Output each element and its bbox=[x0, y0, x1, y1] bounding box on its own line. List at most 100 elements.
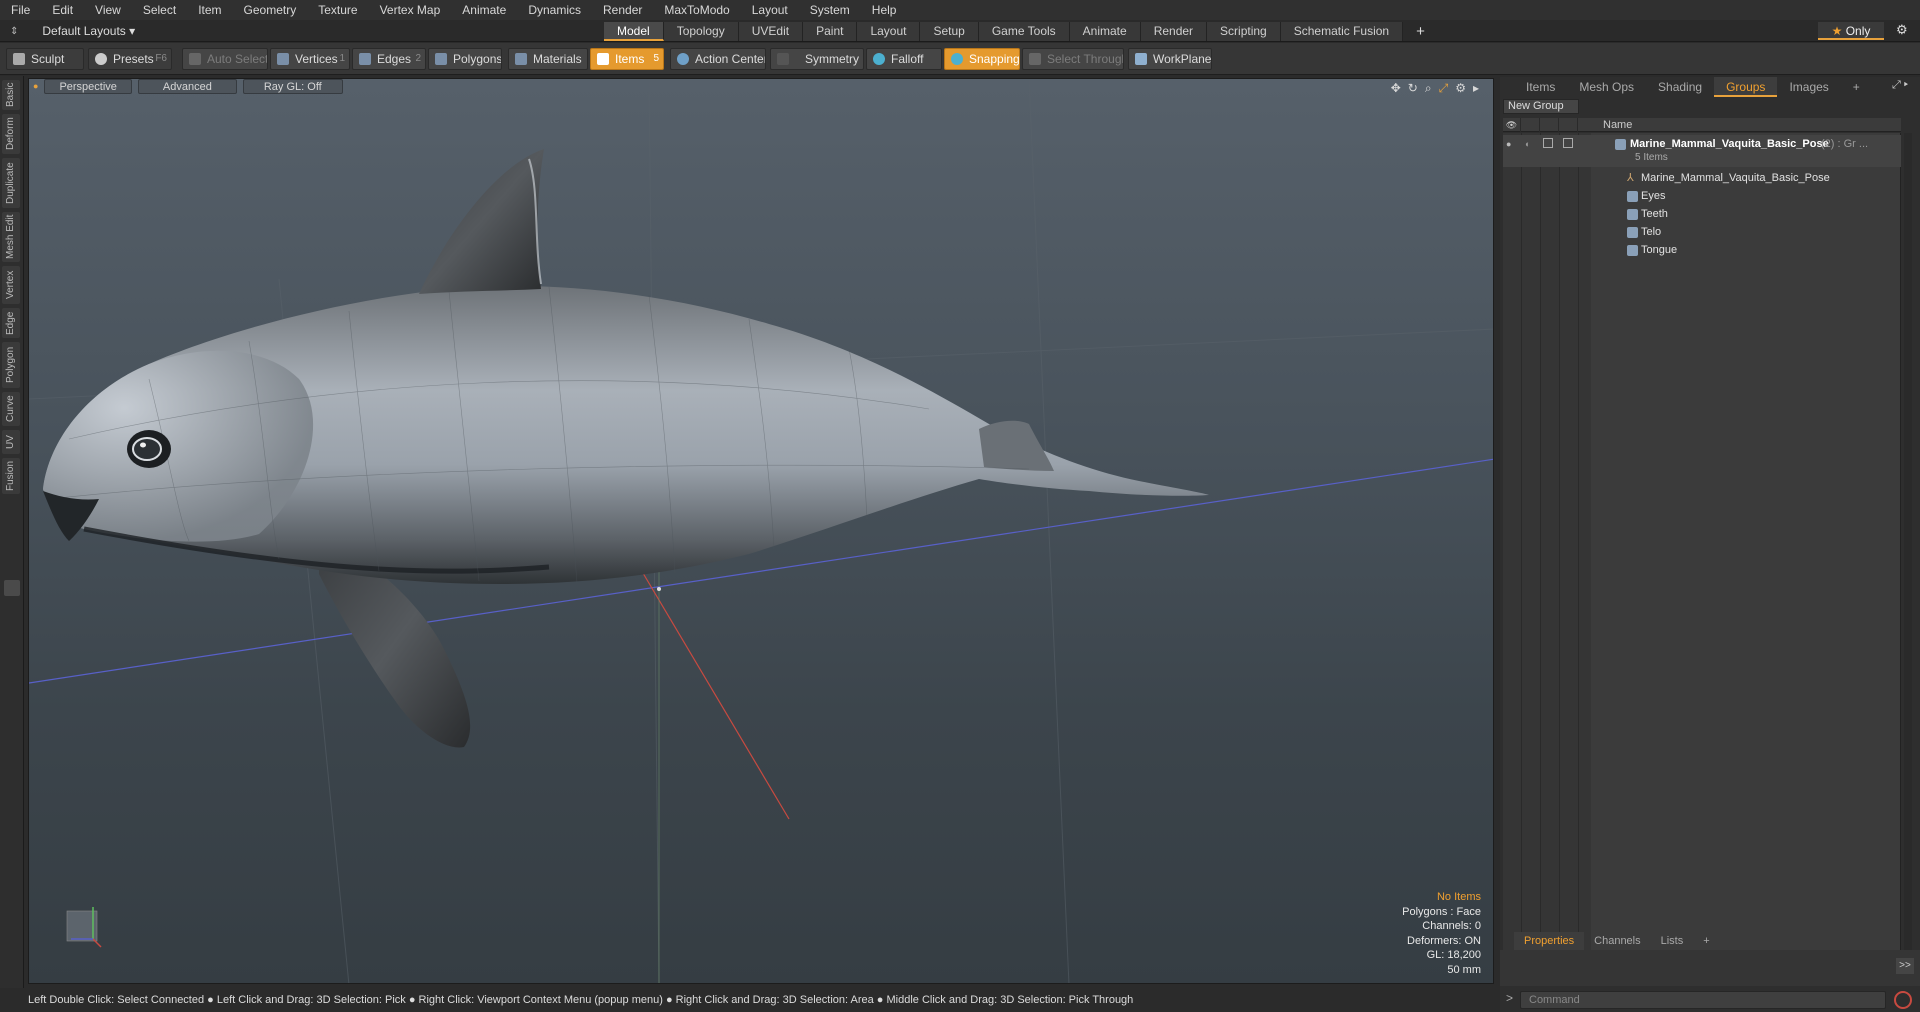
tab-setup[interactable]: Setup bbox=[920, 22, 979, 41]
menu-view[interactable]: View bbox=[84, 0, 132, 20]
tree-scrollbar[interactable] bbox=[1904, 133, 1912, 985]
gear-icon[interactable]: ⚙ bbox=[1896, 22, 1908, 38]
vtab-basic[interactable]: Basic bbox=[2, 80, 20, 110]
expand-arrow-icon[interactable]: ▸ bbox=[1473, 81, 1479, 96]
vtab-edge[interactable]: Edge bbox=[2, 308, 20, 338]
edges-button[interactable]: Edges 2 bbox=[352, 48, 426, 70]
tab-layout[interactable]: Layout bbox=[857, 22, 921, 41]
tab-channels[interactable]: Channels bbox=[1584, 932, 1650, 950]
vertices-button[interactable]: Vertices 1 bbox=[270, 48, 350, 70]
tab-mesh-ops[interactable]: Mesh Ops bbox=[1567, 77, 1646, 97]
vtab-deform[interactable]: Deform bbox=[2, 114, 20, 154]
command-history-icon[interactable] bbox=[1894, 991, 1912, 1009]
raygl-button[interactable]: Ray GL: Off bbox=[242, 79, 343, 94]
falloff-button[interactable]: Falloff bbox=[866, 48, 942, 70]
tab-render[interactable]: Render bbox=[1140, 22, 1208, 41]
tab-animate[interactable]: Animate bbox=[1069, 22, 1141, 41]
rotate-view-icon[interactable]: ↻ bbox=[1408, 81, 1418, 96]
snapping-button[interactable]: Snapping bbox=[944, 48, 1020, 70]
tab-groups[interactable]: Groups bbox=[1714, 77, 1778, 97]
visibility-col-icon[interactable]: 👁 bbox=[1503, 118, 1521, 132]
panel-expand-icon[interactable]: ⤢ ▸ bbox=[1892, 79, 1908, 92]
render-col-icon[interactable] bbox=[1522, 118, 1540, 132]
menu-animate[interactable]: Animate bbox=[451, 0, 517, 20]
tab-scripting[interactable]: Scripting bbox=[1207, 22, 1281, 41]
tab-shading[interactable]: Shading bbox=[1646, 77, 1714, 97]
tab-game-tools[interactable]: Game Tools bbox=[978, 22, 1070, 41]
add-panel-tab-icon[interactable]: + bbox=[1841, 77, 1872, 97]
tree-item-eyes[interactable]: Eyes bbox=[1503, 187, 1901, 205]
workplane-button[interactable]: WorkPlane bbox=[1128, 48, 1212, 70]
tab-schematic-fusion[interactable]: Schematic Fusion bbox=[1280, 22, 1404, 41]
menu-texture[interactable]: Texture bbox=[307, 0, 368, 20]
auto-select-button[interactable]: Auto Select bbox=[182, 48, 268, 70]
tree-item-teeth[interactable]: Teeth bbox=[1503, 205, 1901, 223]
tab-images[interactable]: Images bbox=[1777, 77, 1840, 97]
render-toggle-icon[interactable]: ◐ bbox=[1525, 135, 1530, 153]
tree-item-tongue[interactable]: Tongue bbox=[1503, 241, 1901, 259]
polygons-button[interactable]: Polygons bbox=[428, 48, 502, 70]
menu-select[interactable]: Select bbox=[132, 0, 187, 20]
perspective-button[interactable]: Perspective bbox=[44, 79, 132, 94]
viewport-options-icon[interactable]: ● bbox=[33, 79, 38, 95]
vtab-polygon[interactable]: Polygon bbox=[2, 342, 20, 388]
tab-topology[interactable]: Topology bbox=[663, 22, 739, 41]
select-through-button[interactable]: Select Through bbox=[1022, 48, 1124, 70]
advanced-button[interactable]: Advanced bbox=[137, 79, 237, 94]
menu-layout[interactable]: Layout bbox=[741, 0, 799, 20]
menu-render[interactable]: Render bbox=[592, 0, 653, 20]
action-center-button[interactable]: Action Center bbox=[670, 48, 766, 70]
group-row[interactable]: ● ◐ Marine_Mammal_Vaquita_Basic_Pose (2)… bbox=[1503, 135, 1901, 167]
vtab-duplicate[interactable]: Duplicate bbox=[2, 158, 20, 208]
tab-paint[interactable]: Paint bbox=[803, 22, 858, 41]
menu-help[interactable]: Help bbox=[861, 0, 908, 20]
symmetry-button[interactable]: Symmetry bbox=[770, 48, 864, 70]
tab-model[interactable]: Model bbox=[604, 22, 664, 41]
menu-geometry[interactable]: Geometry bbox=[233, 0, 308, 20]
menu-system[interactable]: System bbox=[799, 0, 861, 20]
vtab-vertex[interactable]: Vertex bbox=[2, 266, 20, 304]
visibility-eye-icon[interactable]: ● bbox=[1506, 135, 1511, 153]
vtab-uv[interactable]: UV bbox=[2, 430, 20, 454]
select-toggle-icon[interactable] bbox=[1563, 138, 1573, 148]
mesh-icon: ⅄ bbox=[1627, 172, 1634, 184]
zoom-view-icon[interactable]: ⌕ bbox=[1425, 81, 1432, 96]
layout-selector[interactable]: ⇕ Default Layouts ▾ bbox=[10, 22, 135, 40]
presets-button[interactable]: Presets F6 bbox=[88, 48, 172, 70]
menu-vertex-map[interactable]: Vertex Map bbox=[369, 0, 452, 20]
3d-viewport[interactable]: ● Perspective Advanced Ray GL: Off ✥ ↻ ⌕… bbox=[28, 78, 1494, 984]
vtab-fusion[interactable]: Fusion bbox=[2, 458, 20, 494]
vtab-curve[interactable]: Curve bbox=[2, 392, 20, 426]
expand-properties-icon[interactable]: >> bbox=[1896, 958, 1914, 974]
move-view-icon[interactable]: ✥ bbox=[1391, 81, 1401, 96]
menu-file[interactable]: File bbox=[0, 0, 41, 20]
status-bar: Left Double Click: Select Connected ● Le… bbox=[28, 994, 1134, 1006]
vtab-mesh-edit[interactable]: Mesh Edit bbox=[2, 212, 20, 262]
viewport-settings-icon[interactable]: ⚙ bbox=[1455, 81, 1466, 96]
command-input[interactable]: Command bbox=[1520, 991, 1886, 1009]
menu-item[interactable]: Item bbox=[187, 0, 232, 20]
lock-col-icon[interactable] bbox=[1541, 118, 1559, 132]
new-group-button[interactable]: New Group bbox=[1503, 99, 1579, 114]
items-button[interactable]: Items 5 bbox=[590, 48, 664, 70]
lock-toggle-icon[interactable] bbox=[1543, 138, 1553, 148]
fit-view-icon[interactable]: ⤢ bbox=[1439, 81, 1449, 96]
materials-button[interactable]: Materials bbox=[508, 48, 588, 70]
menu-edit[interactable]: Edit bbox=[41, 0, 84, 20]
tree-item-mesh[interactable]: ⅄ Marine_Mammal_Vaquita_Basic_Pose bbox=[1503, 169, 1901, 187]
menu-dynamics[interactable]: Dynamics bbox=[517, 0, 592, 20]
tree-item-telo[interactable]: Telo bbox=[1503, 223, 1901, 241]
action-center-icon bbox=[677, 53, 689, 65]
menu-maxtomodo[interactable]: MaxToModo bbox=[653, 0, 740, 20]
add-properties-tab-icon[interactable]: + bbox=[1693, 932, 1719, 950]
sculpt-button[interactable]: Sculpt bbox=[6, 48, 84, 70]
tab-uvedit[interactable]: UVEdit bbox=[738, 22, 804, 41]
only-button[interactable]: ★ Only bbox=[1818, 22, 1884, 40]
tab-properties[interactable]: Properties bbox=[1514, 932, 1585, 950]
tab-items[interactable]: Items bbox=[1514, 77, 1567, 97]
palette-toggle-icon[interactable] bbox=[4, 580, 20, 596]
vaquita-mesh[interactable] bbox=[43, 149, 1209, 748]
select-col-icon[interactable] bbox=[1560, 118, 1578, 132]
tab-lists[interactable]: Lists bbox=[1651, 932, 1694, 950]
add-tab-icon[interactable]: + bbox=[1403, 22, 1438, 41]
